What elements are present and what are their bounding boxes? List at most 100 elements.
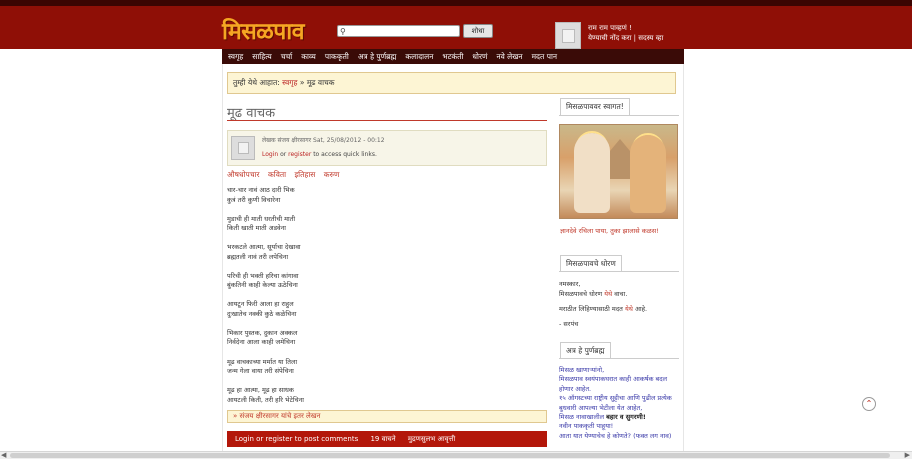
food-link[interactable]: मिसळ नावाखालील — [559, 413, 606, 421]
login-link[interactable]: Login — [262, 151, 278, 158]
policy-text-a: मिसळपावचे धोरण — [559, 290, 605, 298]
user-avatar — [555, 22, 581, 49]
poem-stanza: भिकार पुस्तक, दुकान अक्कल निर्वदेना आला क… — [227, 329, 304, 348]
register-link[interactable]: register — [288, 151, 311, 158]
scrollbar-thumb[interactable] — [10, 453, 890, 458]
site-logo[interactable]: मिसळपाव — [222, 14, 305, 46]
nav-item[interactable]: पाककृती — [325, 49, 349, 64]
main-nav: स्वगृह साहित्य चर्चा काव्य पाककृती अत्र हे पु… — [222, 49, 684, 64]
breadcrumb-current: मूढ वाचक — [306, 78, 335, 87]
breadcrumb: तुम्ही येथे आहात: स्वगृह » मूढ वाचक — [227, 72, 676, 94]
image-caption: ज्ञानदेवे रचिला पाया, तुका झालासे कळस! — [560, 227, 659, 235]
poem-stanza: भरकटले आत्मा, सूर्याचा देखावा ब्रह्मतली न… — [227, 243, 304, 262]
policy-line: मिसळपावचे धोरण येथे वाचा. — [559, 289, 647, 299]
temple-shape — [610, 139, 630, 179]
nav-item[interactable]: स्वगृह — [228, 49, 243, 64]
login-or: or — [278, 151, 289, 158]
poem-line: मुडाची ही माती धरतीची माती — [227, 214, 296, 223]
horizontal-scrollbar[interactable]: ◀ ▶ — [0, 451, 912, 459]
nav-item[interactable]: कलादालन — [405, 49, 433, 64]
print-version-link[interactable]: मुद्रणसुलभ आवृत्ती — [408, 435, 455, 443]
byline: लेखक संजय क्षीरसागर Sat, 25/08/2012 - 00… — [262, 137, 385, 144]
poem-stanza: मूढ हा आत्मा, मूढ हा साधक आयटली किती, तरी… — [227, 386, 304, 405]
food-link[interactable]: १५ ऑगस्टच्या राष्ट्रीय सुट्टीचा आणि पुढी… — [559, 394, 681, 413]
search-input[interactable]: ⚲ — [337, 25, 460, 37]
sidebar-divider — [559, 358, 679, 359]
author-avatar[interactable] — [231, 136, 255, 160]
scroll-right-icon[interactable]: ▶ — [905, 451, 910, 459]
food-link[interactable]: आता यात येण्याचेच हे कोणते? (फक्त लग नाव… — [559, 432, 681, 441]
policy-text-c: वाचा. — [612, 290, 628, 298]
poem-line: परिची ही भक्ती हरिचा कांगावा — [227, 271, 299, 280]
scroll-left-icon[interactable]: ◀ — [1, 451, 6, 459]
scroll-to-top-icon[interactable]: ⌃ — [862, 397, 876, 411]
poem-line: आयटून फिरी आला हा राहुल — [227, 300, 294, 309]
page-title: मूढ वाचक — [227, 106, 276, 121]
poem-line: आयटली किती, तरी हरि भेटेचिना — [227, 395, 304, 404]
tag-link[interactable]: इतिहास — [294, 170, 315, 179]
breadcrumb-prefix: तुम्ही येथे आहात: — [233, 78, 283, 87]
nav-item[interactable]: साहित्य — [252, 49, 271, 64]
help-here-link[interactable]: येथे — [625, 305, 633, 313]
food-bold-text: बहार व सुगरणी! — [606, 413, 646, 422]
tag-link[interactable]: कविता — [268, 170, 286, 179]
food-link[interactable]: मिसळपाव स्वयंपाकघरात काही आकर्षक बदल होण… — [559, 375, 681, 394]
poem-line: ब्रह्मतली नावं तरी लपेचिना — [227, 252, 289, 261]
poem-stanza: परिची ही भक्ती हरिचा कांगावा बुंकतिनी काह… — [227, 272, 304, 291]
poem-stanza: आयटून फिरी आला हा राहुल दुःखातेच नक्की कु… — [227, 300, 304, 319]
poem-stanza: मुडाची ही माती धरतीची माती किती खाती माती… — [227, 215, 304, 234]
site-header: मिसळपाव ⚲ शोधा राम राम पाव्हणं ! येण्याच… — [0, 6, 912, 49]
nav-item[interactable]: भटकंती — [442, 49, 463, 64]
breadcrumb-separator: » — [297, 78, 307, 87]
nav-item[interactable]: चर्चा — [281, 49, 292, 64]
post-comment-link[interactable]: Login or register to post comments — [235, 435, 358, 443]
poem-line: निर्वदेना आला काही जमेचिना — [227, 338, 296, 347]
food-link[interactable]: मिसळ खाणाऱ्यांनो, — [559, 366, 681, 375]
poem-line: भरकटले आत्मा, सूर्याचा देखावा — [227, 243, 301, 252]
tag-link[interactable]: करुण — [324, 170, 340, 179]
title-divider — [227, 120, 547, 121]
search-icon: ⚲ — [340, 27, 346, 36]
login-register-links[interactable]: येण्याची नोंद करा | सदस्य व्हा — [588, 34, 663, 43]
avatar-placeholder-icon — [562, 29, 575, 43]
nav-item[interactable]: अत्र हे पुर्णब्रह्म — [358, 49, 397, 64]
poem-line: दुःखातेच नक्की कुठे कळेचिना — [227, 309, 297, 318]
poem-line: चार-चार नावं आठ दारी भिक — [227, 186, 295, 194]
help-text-a: मराठीत लिहिण्यासाठी मदत — [559, 305, 625, 313]
search-button[interactable]: शोधा — [463, 24, 493, 38]
nav-item[interactable]: काव्य — [301, 49, 316, 64]
nav-item[interactable]: मदत पान — [532, 49, 558, 64]
figure-left — [574, 133, 610, 213]
poem-line: बुंकतिनी काही केल्या ऊठेचिना — [227, 281, 298, 290]
login-suffix: to access quick links. — [311, 151, 377, 158]
poem-line: किती खाती माती अडवेना — [227, 224, 286, 233]
poem-line: मूढ वाचकाच्या मर्मात या तिला — [227, 357, 298, 366]
saints-image — [559, 124, 678, 219]
poem-body: चार-चार नावं आठ दारी भिक कुत्रं तरी कुणी … — [227, 186, 304, 415]
poem-stanza: मूढ वाचकाच्या मर्मात या तिला जन्म गेला वा… — [227, 358, 304, 377]
policy-here-link[interactable]: येथे — [604, 290, 612, 298]
read-count: 19 वाचने — [370, 435, 396, 443]
nav-item[interactable]: नवे लेखन — [496, 49, 522, 64]
tag-link[interactable]: औषधोपचार — [227, 170, 260, 179]
breadcrumb-home-link[interactable]: स्वगृह — [282, 78, 297, 87]
poem-line: जन्म गेला वाया तरी संपेचिना — [227, 367, 294, 376]
help-line: मराठीत लिहिण्यासाठी मदत येथे आहे. — [559, 304, 647, 314]
sidebar-divider — [559, 115, 679, 116]
sidebar-food-heading: अत्र हे पुर्णब्रह्म — [560, 342, 611, 359]
greeting-text: राम राम पाव्हणं ! — [588, 24, 632, 32]
avatar-placeholder-icon — [238, 142, 249, 154]
food-links: मिसळ खाणाऱ्यांनो, मिसळपाव स्वयंपाकघरात क… — [559, 366, 681, 441]
article-meta: लेखक संजय क्षीरसागर Sat, 25/08/2012 - 00… — [227, 130, 547, 166]
quick-links-note: Login or register to access quick links. — [262, 151, 377, 158]
poem-stanza: चार-चार नावं आठ दारी भिक कुत्रं तरी कुणी … — [227, 186, 304, 205]
food-link[interactable]: नवीन पाककृती पाहूया! — [559, 422, 681, 431]
food-link-line: मिसळ नावाखालील बहार व सुगरणी! — [559, 413, 681, 422]
figure-right — [630, 135, 666, 213]
help-text-c: आहे. — [632, 305, 648, 313]
poem-line: कुत्रं तरी कुणी विचारेना — [227, 195, 281, 204]
policy-greeting: नमस्कार, — [559, 280, 581, 288]
nav-item[interactable]: धोरणं — [472, 49, 487, 64]
policy-signature: - सरपंच — [559, 320, 579, 328]
author-more-link[interactable]: » संजय क्षीरसागर यांचे इतर लेखन — [227, 410, 547, 423]
